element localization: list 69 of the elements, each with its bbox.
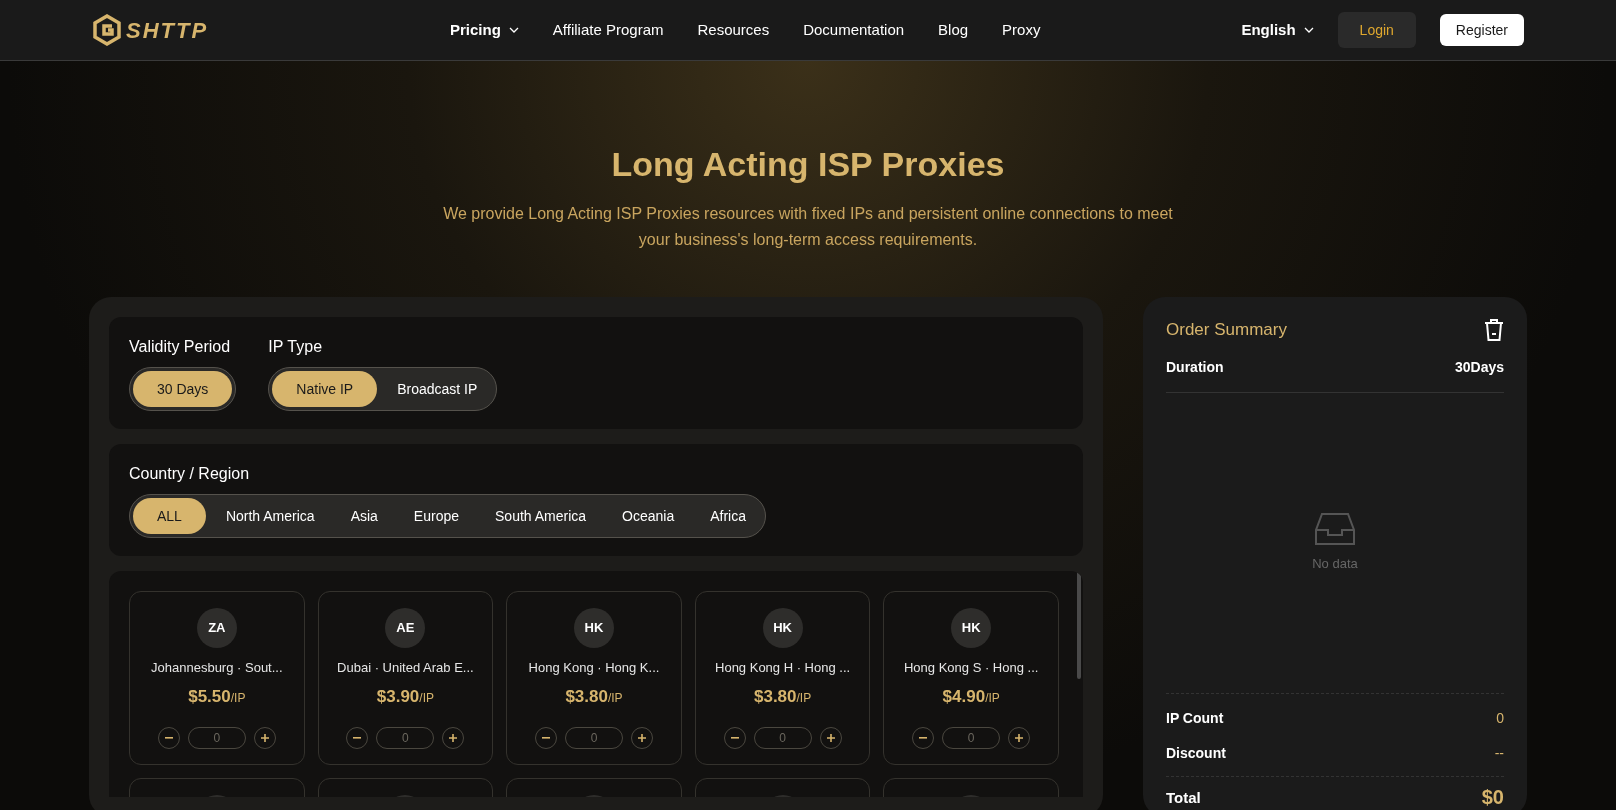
- summary-value: --: [1494, 744, 1504, 763]
- trash-icon[interactable]: [1484, 318, 1504, 341]
- nav-link[interactable]: Pricing: [450, 18, 519, 42]
- summary-label: Discount: [1166, 744, 1226, 763]
- option-tab[interactable]: 30 Days: [133, 371, 233, 407]
- option-tab[interactable]: Europe: [397, 498, 475, 534]
- location-name: Johannesburg · Sout...: [151, 659, 283, 677]
- option-tab[interactable]: North America: [209, 498, 331, 534]
- plus-icon: [449, 734, 458, 742]
- product-card[interactable]: HK Hong Kong · Hong K... $3.80/IP 0: [506, 591, 682, 765]
- summary-value: 30Days: [1454, 357, 1504, 377]
- option-tab[interactable]: Asia: [334, 498, 394, 534]
- minus-icon: [919, 737, 928, 739]
- page-subtitle: We provide Long Acting ISP Proxies resources with fixed IPs and persistent online connections to meet your business's long-term access requirements.: [442, 204, 1174, 250]
- nav-link[interactable]: Proxy: [1002, 18, 1041, 42]
- nav-link[interactable]: Resources: [697, 18, 770, 42]
- hexagon-logo-icon: [92, 14, 122, 46]
- location-name: Hong Kong · Hong K...: [528, 659, 660, 677]
- country-code-avatar: HK: [574, 608, 614, 648]
- product-card[interactable]: ZA Johannesburg · Sout... $5.50/IP 0: [129, 591, 305, 765]
- login-button[interactable]: Login: [1337, 12, 1416, 48]
- price-text: $3.80/IP: [565, 685, 623, 708]
- country-code-avatar: HK: [951, 608, 992, 648]
- minus-icon: [730, 737, 739, 739]
- summary-value: 0: [1496, 709, 1504, 728]
- filter-label: Validity Period: [129, 337, 232, 357]
- option-tab[interactable]: South America: [479, 498, 603, 534]
- price-text: $4.90/IP: [942, 685, 1000, 708]
- location-name: Hong Kong H · Hong ...: [715, 659, 851, 677]
- page-title: Long Acting ISP Proxies: [611, 144, 1005, 185]
- total-price: $0: [1481, 785, 1504, 809]
- option-tab[interactable]: Native IP: [272, 371, 378, 407]
- summary-label: Duration: [1166, 357, 1224, 377]
- filter-label: IP Type: [268, 337, 324, 357]
- option-tab[interactable]: Broadcast IP: [381, 371, 494, 407]
- logo-text: SHTTP: [126, 16, 209, 45]
- product-card[interactable]: HK Hong Kong S · Hong ... $4.90/IP 0: [883, 591, 1059, 765]
- location-name: Dubai · United Arab E...: [337, 659, 474, 677]
- location-name: Hong Kong S · Hong ...: [904, 659, 1039, 677]
- country-code-avatar: ZA: [196, 608, 237, 648]
- chevron-down-icon: [1303, 27, 1314, 33]
- price-text: $3.80/IP: [754, 685, 812, 708]
- empty-tray-icon: [1314, 512, 1356, 546]
- minus-icon: [353, 737, 362, 739]
- option-tab[interactable]: ALL: [133, 498, 206, 534]
- nav-link[interactable]: Affiliate Program: [552, 18, 664, 42]
- price-text: $5.50/IP: [188, 685, 246, 708]
- filter-label: Country / Region: [129, 464, 251, 484]
- plus-icon: [826, 734, 835, 742]
- option-tab[interactable]: Africa: [694, 498, 763, 534]
- plus-icon: [638, 734, 646, 742]
- minus-icon: [542, 737, 550, 739]
- price-text: $3.90/IP: [376, 685, 434, 708]
- minus-icon: [164, 737, 173, 739]
- country-code-avatar: HK: [762, 608, 803, 648]
- empty-state-text: No data: [1312, 555, 1358, 573]
- product-card[interactable]: HK Hong Kong H · Hong ... $3.80/IP 0: [694, 591, 871, 765]
- summary-title: Order Summary: [1166, 319, 1287, 341]
- plus-icon: [260, 734, 269, 742]
- summary-label: Total: [1166, 787, 1201, 808]
- summary-label: IP Count: [1166, 709, 1224, 728]
- register-button[interactable]: Register: [1439, 14, 1524, 46]
- nav-link[interactable]: Blog: [938, 18, 969, 42]
- option-tab[interactable]: Oceania: [606, 498, 691, 534]
- nav-link[interactable]: Documentation: [803, 18, 905, 42]
- product-card[interactable]: AE Dubai · United Arab E... $3.90/IP 0: [317, 591, 494, 765]
- language-selector[interactable]: English: [1241, 18, 1314, 42]
- country-code-avatar: AE: [385, 608, 426, 648]
- plus-icon: [1015, 734, 1024, 742]
